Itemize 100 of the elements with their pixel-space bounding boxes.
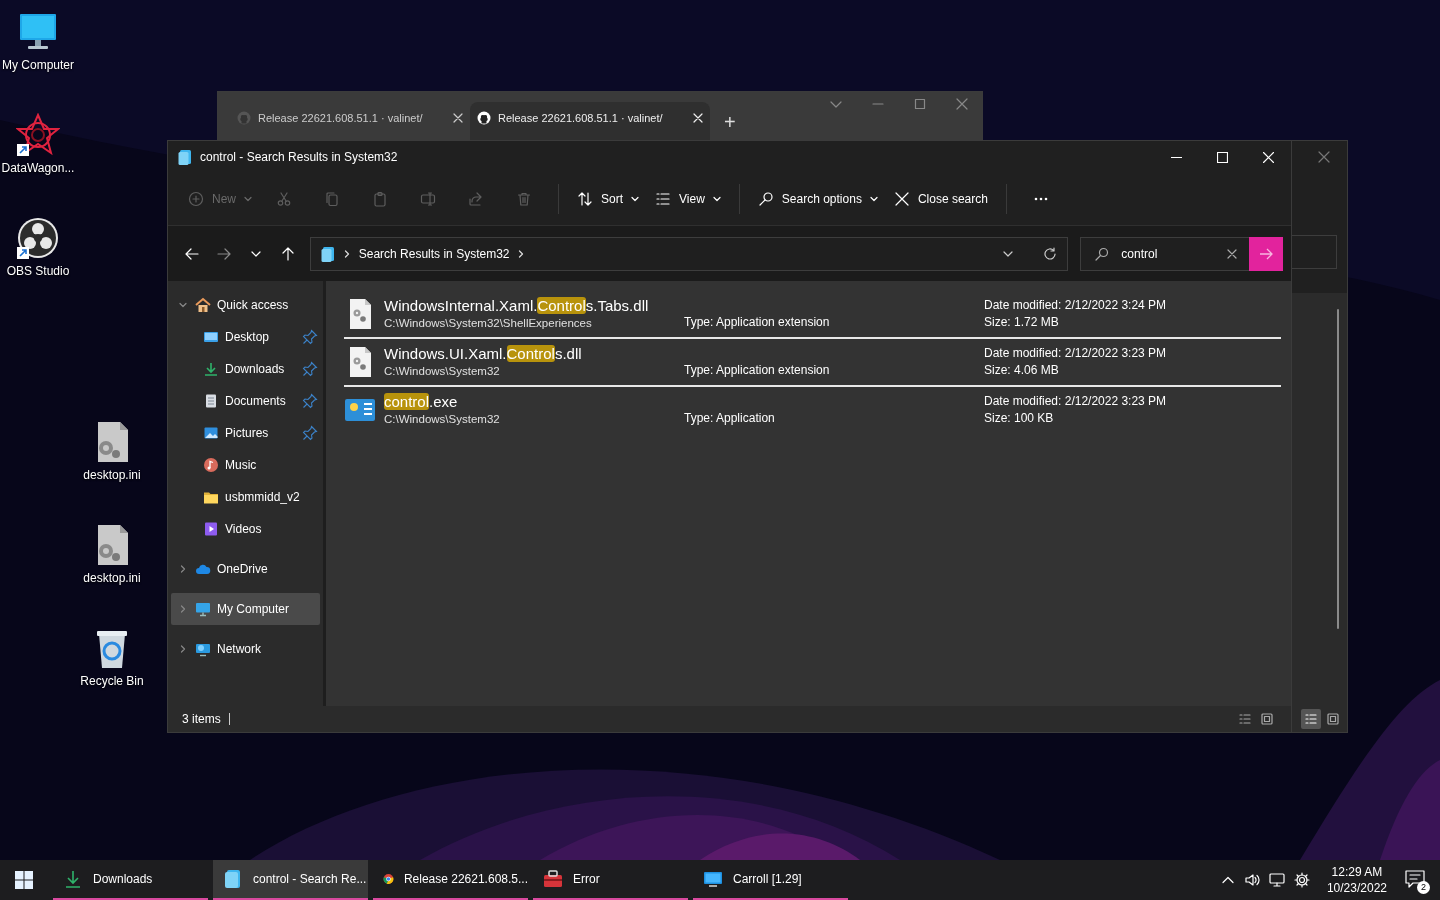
file-size: Size: 100 KB [984,410,1055,427]
sidebar-item[interactable]: usbmmidd_v2 [171,481,320,513]
search-options-button[interactable]: Search options [749,181,886,217]
search-box[interactable]: control [1080,236,1283,271]
maximize-icon[interactable] [914,98,926,110]
close-search-button[interactable]: Close search [885,181,996,217]
sidebar-item[interactable]: Music [171,449,320,481]
browser-tab[interactable]: Release 22621.608.51.1 · valinet/ [230,102,470,140]
file-name[interactable]: control.exe [384,391,684,411]
view-button[interactable]: View [647,181,729,217]
pin-icon[interactable] [302,329,318,345]
tiles-icon [1326,712,1340,726]
file-type: Type: Application extension [684,362,831,379]
search-input[interactable]: control [1109,244,1206,263]
date-modified: Date modified: 2/12/2022 3:23 PM [984,393,1167,410]
speaker-icon[interactable] [1243,872,1260,888]
document-icon [203,393,219,409]
sidebar-item[interactable]: Network [171,633,320,665]
file-stack-icon [178,149,192,165]
desktop-icon-label[interactable]: My Computer [0,58,76,73]
star-logo-icon[interactable] [16,113,60,157]
details-view-button[interactable] [1301,709,1321,729]
taskbar-button[interactable]: Carroll [1.29] [693,860,848,900]
address-bar[interactable]: Search Results in System32 [309,236,1069,271]
download-icon [63,869,83,889]
desktop-icon-label[interactable]: DataWagon... [0,161,76,176]
sidebar-item[interactable]: Quick access [171,289,320,321]
network-icon[interactable] [1268,872,1285,888]
clock-date[interactable]: 10/23/2022 [1326,880,1387,896]
list-icon [1304,712,1318,726]
scrollbar[interactable] [1337,309,1339,629]
breadcrumb[interactable]: Search Results in System32 [358,244,510,263]
notification-icon[interactable] [1404,868,1426,890]
toolbox-icon [543,869,563,889]
file-path: C:\Windows\System32 [384,411,501,427]
date-modified: Date modified: 2/12/2022 3:24 PM [984,297,1167,314]
close-icon [1262,151,1274,163]
taskbar-button[interactable]: control - Search Re... [213,860,368,900]
file-path: C:\Windows\System32 [384,363,501,379]
clear-icon[interactable] [1227,248,1237,259]
notification-count: 2 [1417,881,1430,894]
monitor-icon [195,601,211,617]
chevron-right-icon [517,249,526,258]
file-name[interactable]: Windows.UI.Xaml.Controls.dll [384,343,684,363]
clock-time[interactable]: 12:29 AM [1326,864,1387,880]
list-icon [1238,712,1252,726]
window-title: control - Search Results in System32 [200,149,398,166]
windows-logo-icon [15,871,33,889]
pin-icon[interactable] [302,361,318,377]
tiles-icon [1260,712,1274,726]
date-modified: Date modified: 2/12/2022 3:23 PM [984,345,1167,362]
sidebar-item[interactable]: Documents [171,385,320,417]
gear-icon[interactable] [1293,872,1310,888]
file-size: Size: 1.72 MB [984,314,1060,331]
download-icon [203,361,219,377]
pin-icon[interactable] [302,393,318,409]
close-icon[interactable] [453,113,463,123]
circle-logo-icon [477,111,491,125]
file-stack-icon [320,245,335,262]
desktop-icon-label[interactable]: Recycle Bin [74,674,150,689]
file-stack-icon [223,869,243,889]
file-type: Type: Application [684,410,776,427]
file-path: C:\Windows\System32\ShellExperiences [384,315,593,331]
file-name[interactable]: WindowsInternal.Xaml.Controls.Tabs.dll [384,295,684,315]
pin-icon[interactable] [302,425,318,441]
picture-icon [203,425,219,441]
desktop-icon [203,329,219,345]
sidebar-item[interactable]: Pictures [171,417,320,449]
sort-button[interactable]: Sort [569,181,648,217]
search-icon [1095,246,1110,261]
taskbar-button[interactable]: Release 22621.608.5... [373,860,528,900]
network-icon [195,641,211,657]
monitor-icon [703,869,723,889]
taskbar-button[interactable]: Downloads [53,860,208,900]
desktop-icon-label[interactable]: desktop.ini [74,571,150,586]
chevron-down-icon [712,195,721,203]
sidebar-item[interactable]: Videos [171,513,320,545]
sidebar-item[interactable]: My Computer [171,593,320,625]
desktop-icon-label[interactable]: OBS Studio [0,264,76,279]
sidebar-item[interactable]: OneDrive [171,553,320,585]
house-icon [195,297,211,313]
chevron-down-icon [244,195,252,203]
desktop-icon-label[interactable]: desktop.ini [74,468,150,483]
taskbar-button[interactable]: Error [533,860,688,900]
circle-logo-icon [237,111,251,125]
chevron-down-icon [869,195,878,203]
refresh-icon[interactable] [1043,246,1058,261]
file-size: Size: 4.06 MB [984,362,1060,379]
three-circle-logo-icon[interactable] [16,216,60,260]
new-tab-button[interactable]: + [710,112,750,140]
sidebar-item[interactable]: Desktop [171,321,320,353]
sidebar-item[interactable]: Downloads [171,353,320,385]
maximize-icon [1216,151,1228,163]
browser-tab[interactable]: Release 22621.608.51.1 · valinet/ [470,102,710,140]
item-count: 3 items [182,713,230,725]
chevron-down-icon [631,195,640,203]
video-icon [203,521,219,537]
file-type: Type: Application extension [684,314,831,331]
music-note-icon [203,457,219,473]
search-button[interactable] [1249,236,1283,271]
